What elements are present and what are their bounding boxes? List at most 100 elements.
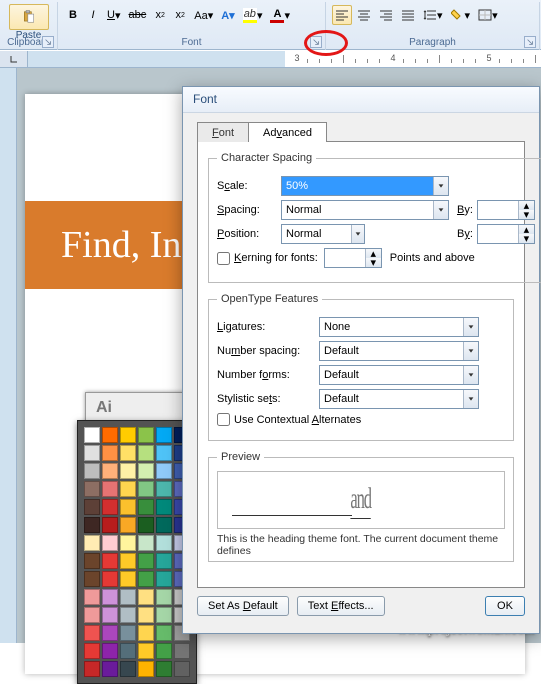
- align-right-button[interactable]: [376, 5, 396, 25]
- swatch[interactable]: [156, 589, 172, 605]
- text-effects-button[interactable]: Text Effects...: [297, 596, 385, 616]
- swatch[interactable]: [120, 553, 136, 569]
- spacing-input[interactable]: [282, 201, 433, 219]
- swatch[interactable]: [120, 607, 136, 623]
- strikethrough-button[interactable]: abc: [125, 5, 149, 25]
- spacing-combo[interactable]: [281, 200, 449, 220]
- swatch[interactable]: [120, 625, 136, 641]
- font-dialog-launcher[interactable]: [310, 36, 322, 48]
- text-effects-button[interactable]: A▾: [218, 5, 237, 25]
- swatch[interactable]: [156, 481, 172, 497]
- swatch[interactable]: [120, 535, 136, 551]
- swatch[interactable]: [84, 481, 100, 497]
- chevron-down-icon[interactable]: [433, 201, 448, 219]
- swatch[interactable]: [84, 463, 100, 479]
- swatch[interactable]: [84, 661, 100, 677]
- swatch[interactable]: [84, 589, 100, 605]
- swatch[interactable]: [156, 517, 172, 533]
- swatch[interactable]: [138, 463, 154, 479]
- swatch[interactable]: [120, 463, 136, 479]
- superscript-button[interactable]: x2: [171, 5, 189, 25]
- chevron-down-icon[interactable]: [351, 225, 364, 243]
- swatch[interactable]: [138, 589, 154, 605]
- contextual-alternates-checkbox[interactable]: [217, 413, 230, 426]
- borders-button[interactable]: ▾: [475, 5, 501, 25]
- swatch[interactable]: [138, 535, 154, 551]
- swatch[interactable]: [102, 589, 118, 605]
- align-center-button[interactable]: [354, 5, 374, 25]
- swatch[interactable]: [102, 481, 118, 497]
- swatch[interactable]: [138, 625, 154, 641]
- swatch[interactable]: [102, 553, 118, 569]
- swatch[interactable]: [120, 571, 136, 587]
- swatch[interactable]: [120, 481, 136, 497]
- scale-combo[interactable]: [281, 176, 449, 196]
- swatch[interactable]: [138, 553, 154, 569]
- swatch[interactable]: [102, 625, 118, 641]
- clipboard-dialog-launcher[interactable]: [42, 36, 54, 48]
- stylistic-combo[interactable]: [319, 389, 479, 409]
- swatch[interactable]: [156, 661, 172, 677]
- swatch[interactable]: [102, 499, 118, 515]
- swatch[interactable]: [102, 661, 118, 677]
- swatch[interactable]: [84, 517, 100, 533]
- underline-button[interactable]: U▾: [104, 5, 123, 25]
- swatch[interactable]: [102, 607, 118, 623]
- position-combo[interactable]: [281, 224, 365, 244]
- swatch[interactable]: [120, 499, 136, 515]
- highlight-color-button[interactable]: ab▾: [240, 5, 266, 25]
- swatch[interactable]: [138, 607, 154, 623]
- swatch[interactable]: [102, 427, 118, 443]
- ok-button[interactable]: OK: [485, 596, 525, 616]
- paragraph-dialog-launcher[interactable]: [524, 36, 536, 48]
- swatch[interactable]: [84, 553, 100, 569]
- align-left-button[interactable]: [332, 5, 352, 25]
- swatch[interactable]: [174, 661, 190, 677]
- tab-font[interactable]: Font: [197, 122, 249, 142]
- swatch[interactable]: [120, 661, 136, 677]
- swatch[interactable]: [84, 571, 100, 587]
- swatch[interactable]: [120, 517, 136, 533]
- kerning-spinner[interactable]: ▴▾: [324, 248, 382, 268]
- swatch[interactable]: [102, 535, 118, 551]
- swatch[interactable]: [156, 445, 172, 461]
- swatch[interactable]: [102, 643, 118, 659]
- swatch[interactable]: [84, 427, 100, 443]
- swatch[interactable]: [156, 499, 172, 515]
- swatch[interactable]: [84, 445, 100, 461]
- swatch[interactable]: [84, 643, 100, 659]
- swatch[interactable]: [102, 571, 118, 587]
- chevron-down-icon[interactable]: [463, 342, 478, 360]
- font-color-button[interactable]: A▾: [267, 5, 293, 25]
- swatch[interactable]: [84, 607, 100, 623]
- change-case-button[interactable]: Aa▾: [191, 5, 216, 25]
- chevron-down-icon[interactable]: [463, 366, 478, 384]
- shading-button[interactable]: ▾: [448, 5, 474, 25]
- chevron-down-icon[interactable]: [433, 177, 448, 195]
- swatch[interactable]: [138, 643, 154, 659]
- position-by-spinner[interactable]: ▴▾: [477, 224, 535, 244]
- swatch[interactable]: [138, 661, 154, 677]
- swatch[interactable]: [102, 463, 118, 479]
- swatch[interactable]: [120, 445, 136, 461]
- italic-button[interactable]: I: [84, 5, 102, 25]
- swatch[interactable]: [84, 625, 100, 641]
- swatch[interactable]: [156, 607, 172, 623]
- horizontal-ruler[interactable]: 34567: [0, 51, 541, 68]
- justify-button[interactable]: [398, 5, 418, 25]
- swatch[interactable]: [138, 517, 154, 533]
- chevron-down-icon[interactable]: [463, 390, 478, 408]
- swatch[interactable]: [120, 643, 136, 659]
- swatch[interactable]: [102, 517, 118, 533]
- numspacing-combo[interactable]: [319, 341, 479, 361]
- line-spacing-button[interactable]: ▾: [420, 5, 446, 25]
- swatch[interactable]: [156, 427, 172, 443]
- swatch-panel[interactable]: [77, 420, 197, 684]
- swatch[interactable]: [84, 499, 100, 515]
- swatch[interactable]: [138, 571, 154, 587]
- swatch[interactable]: [156, 643, 172, 659]
- vertical-ruler[interactable]: [0, 68, 17, 643]
- swatch[interactable]: [156, 463, 172, 479]
- tab-selector[interactable]: [0, 51, 28, 68]
- swatch[interactable]: [174, 643, 190, 659]
